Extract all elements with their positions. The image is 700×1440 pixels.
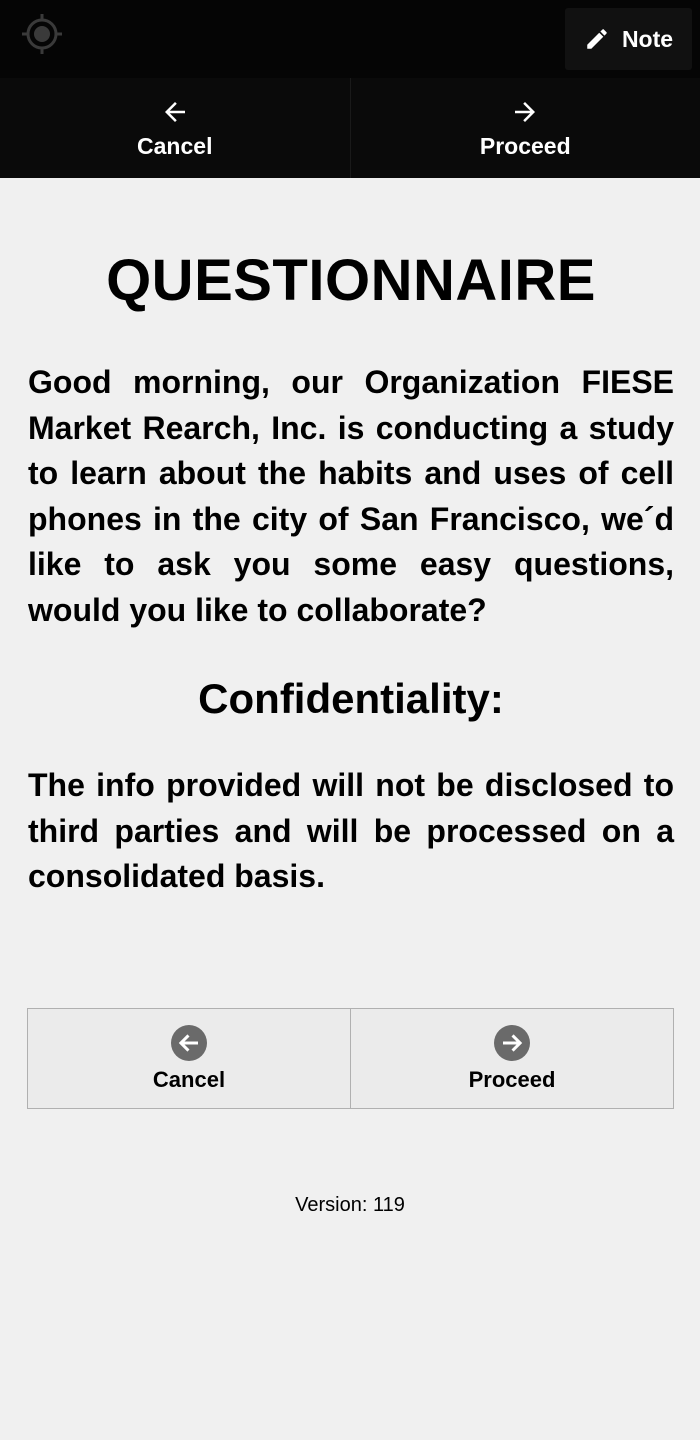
main-content: QUESTIONNAIRE Good morning, our Organiza…: [28, 178, 674, 900]
arrow-left-icon: [164, 101, 185, 122]
circle-arrow-right-icon: [494, 1025, 530, 1061]
nav-proceed-button[interactable]: Proceed: [349, 78, 700, 178]
cancel-label: Cancel: [152, 1067, 226, 1092]
circle-arrow-left-icon: [171, 1025, 207, 1061]
note-label: Note: [621, 25, 674, 52]
cancel-button[interactable]: Cancel: [28, 1009, 350, 1108]
gps-target-icon: [22, 14, 62, 54]
top-bar: Note: [0, 0, 700, 78]
proceed-button[interactable]: Proceed: [350, 1009, 673, 1108]
proceed-label: Proceed: [468, 1067, 556, 1092]
nav-cancel-label: Cancel: [137, 132, 213, 159]
arrow-right-icon: [515, 101, 536, 122]
intro-text: Good morning, our Organization FIESE Mar…: [28, 364, 674, 628]
version-text: Version: 119: [295, 1194, 405, 1216]
nav-cancel-button[interactable]: Cancel: [0, 78, 350, 178]
page-title: QUESTIONNAIRE: [106, 248, 596, 313]
confidentiality-text: The info provided will not be disclosed …: [28, 767, 674, 894]
action-buttons: Cancel Proceed: [27, 1008, 674, 1109]
pencil-icon: [587, 29, 607, 49]
confidentiality-heading: Confidentiality:: [198, 675, 504, 722]
nav-proceed-label: Proceed: [479, 132, 571, 159]
note-button[interactable]: Note: [565, 8, 692, 70]
nav-bar: Cancel Proceed: [0, 78, 700, 178]
